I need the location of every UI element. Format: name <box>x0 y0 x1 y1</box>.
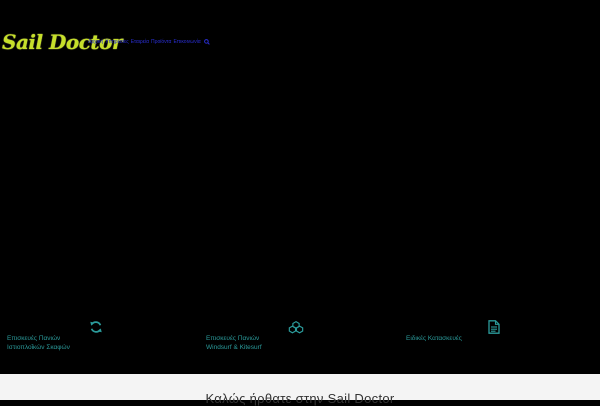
nav-link-products[interactable]: Προϊόντα <box>151 39 171 45</box>
service-label-line1: Επισκευές Πανιών <box>7 335 61 342</box>
nav-link-contact[interactable]: Επικοινωνία <box>173 39 200 45</box>
services-row: Επισκευές Πανιών Ιστιοπλοΐκών Σκαφών Επι… <box>0 318 600 358</box>
search-icon[interactable] <box>203 39 210 45</box>
nav-link-services[interactable]: Υπηρεσίες <box>105 39 128 45</box>
main-nav: Αρχική Υπηρεσίες Εταιρεία Προϊόντα Επικο… <box>88 39 210 45</box>
service-label: Επισκευές Πανιών Windsurf & Kitesurf <box>206 334 262 352</box>
document-icon <box>488 320 500 334</box>
service-sailboat-repairs[interactable]: Επισκευές Πανιών Ιστιοπλοΐκών Σκαφών <box>0 318 200 358</box>
service-label: Ειδικές Κατασκευές <box>406 334 462 343</box>
service-special-constructions[interactable]: Ειδικές Κατασκευές <box>400 318 600 358</box>
welcome-title: Καλώς ήρθατε στην Sail Doctor <box>205 391 395 406</box>
service-label-line1: Ειδικές Κατασκευές <box>406 335 462 342</box>
service-label-line1: Επισκευές Πανιών <box>206 335 260 342</box>
nav-link-home[interactable]: Αρχική <box>88 39 103 45</box>
service-label-line2: Windsurf & Kitesurf <box>206 344 262 351</box>
welcome-section: Καλώς ήρθατε στην Sail Doctor <box>0 374 600 406</box>
service-label: Επισκευές Πανιών Ιστιοπλοΐκών Σκαφών <box>7 334 70 352</box>
site-header: Sail Doctor Αρχική Υπηρεσίες Εταιρεία Πρ… <box>0 30 600 60</box>
boxes-icon <box>288 321 304 334</box>
service-windsurf-kitesurf[interactable]: Επισκευές Πανιών Windsurf & Kitesurf <box>200 318 400 358</box>
refresh-icon <box>90 321 102 333</box>
service-label-line2: Ιστιοπλοΐκών Σκαφών <box>7 344 70 351</box>
nav-link-company[interactable]: Εταιρεία <box>131 39 149 45</box>
